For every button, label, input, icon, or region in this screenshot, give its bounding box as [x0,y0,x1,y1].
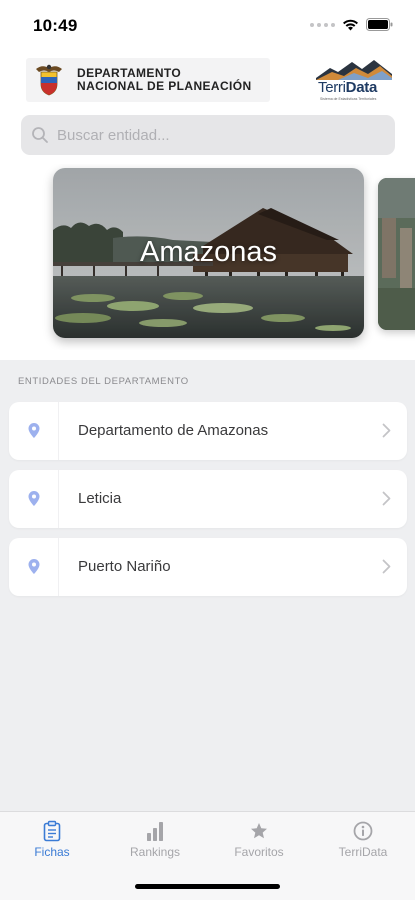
section-label: ENTIDADES DEL DEPARTAMENTO [18,376,189,387]
bar-chart-icon [147,822,163,841]
terridata-suffix: Data [345,79,378,96]
dnp-logo: DEPARTAMENTO NACIONAL DE PLANEACIÓN [26,58,270,102]
chevron-right-icon [382,491,391,506]
signal-icon [310,22,335,27]
tab-favoritos[interactable]: Favoritos [214,820,304,859]
list-item-label: Leticia [78,490,122,507]
department-card-title: Amazonas [139,236,277,268]
status-bar: 10:49 [0,0,415,50]
list-item[interactable]: Puerto Nariño [9,538,407,596]
tab-label: Rankings [129,845,181,859]
dnp-text: DEPARTAMENTO NACIONAL DE PLANEACIÓN [77,67,252,93]
star-icon [251,823,267,839]
list-item-label: Departamento de Amazonas [78,422,269,439]
next-department-card[interactable] [378,178,415,330]
terridata-wordmark: TerriData [318,79,377,96]
list-item[interactable]: Departamento de Amazonas [9,402,407,460]
entity-list: Departamento de Amazonas Leticia Puerto … [9,402,407,606]
list-item[interactable]: Leticia [9,470,407,528]
location-pin-icon [28,559,40,574]
info-icon [353,821,373,841]
battery-icon [366,18,393,31]
search-icon [32,127,48,143]
department-carousel[interactable]: Amazonas [0,164,415,350]
clipboard-icon [43,820,61,842]
tab-label: Fichas [34,845,70,859]
status-time: 10:49 [33,16,78,35]
location-pin-icon [28,491,40,506]
search-input[interactable] [57,126,377,144]
mountains-icon [316,60,392,80]
wifi-icon [343,19,358,30]
item-divider [58,538,59,596]
chevron-right-icon [382,559,391,574]
tab-label: Favoritos [234,845,284,859]
location-pin-icon [28,423,40,438]
tab-fichas[interactable]: Fichas [7,820,97,859]
terridata-tagline: Sistema de Estadísticas Territoriales [320,97,377,101]
tab-rankings[interactable]: Rankings [110,820,200,859]
header: DEPARTAMENTO NACIONAL DE PLANEACIÓN Terr… [0,52,415,108]
next-department-photo [378,178,415,330]
terridata-prefix: Terri [318,79,346,96]
chevron-right-icon [382,423,391,438]
status-icons [310,18,393,31]
terridata-logo: TerriData Sistema de Estadísticas Territ… [316,58,392,104]
coat-of-arms-icon [36,64,62,96]
search-bar[interactable] [21,115,395,155]
tab-terridata[interactable]: TerriData [318,820,408,859]
dnp-line2: NACIONAL DE PLANEACIÓN [77,79,252,93]
list-item-label: Puerto Nariño [78,558,171,575]
department-card[interactable]: Amazonas [53,168,364,338]
tab-label: TerriData [338,845,388,859]
home-indicator[interactable] [135,884,280,889]
item-divider [58,470,59,528]
item-divider [58,402,59,460]
